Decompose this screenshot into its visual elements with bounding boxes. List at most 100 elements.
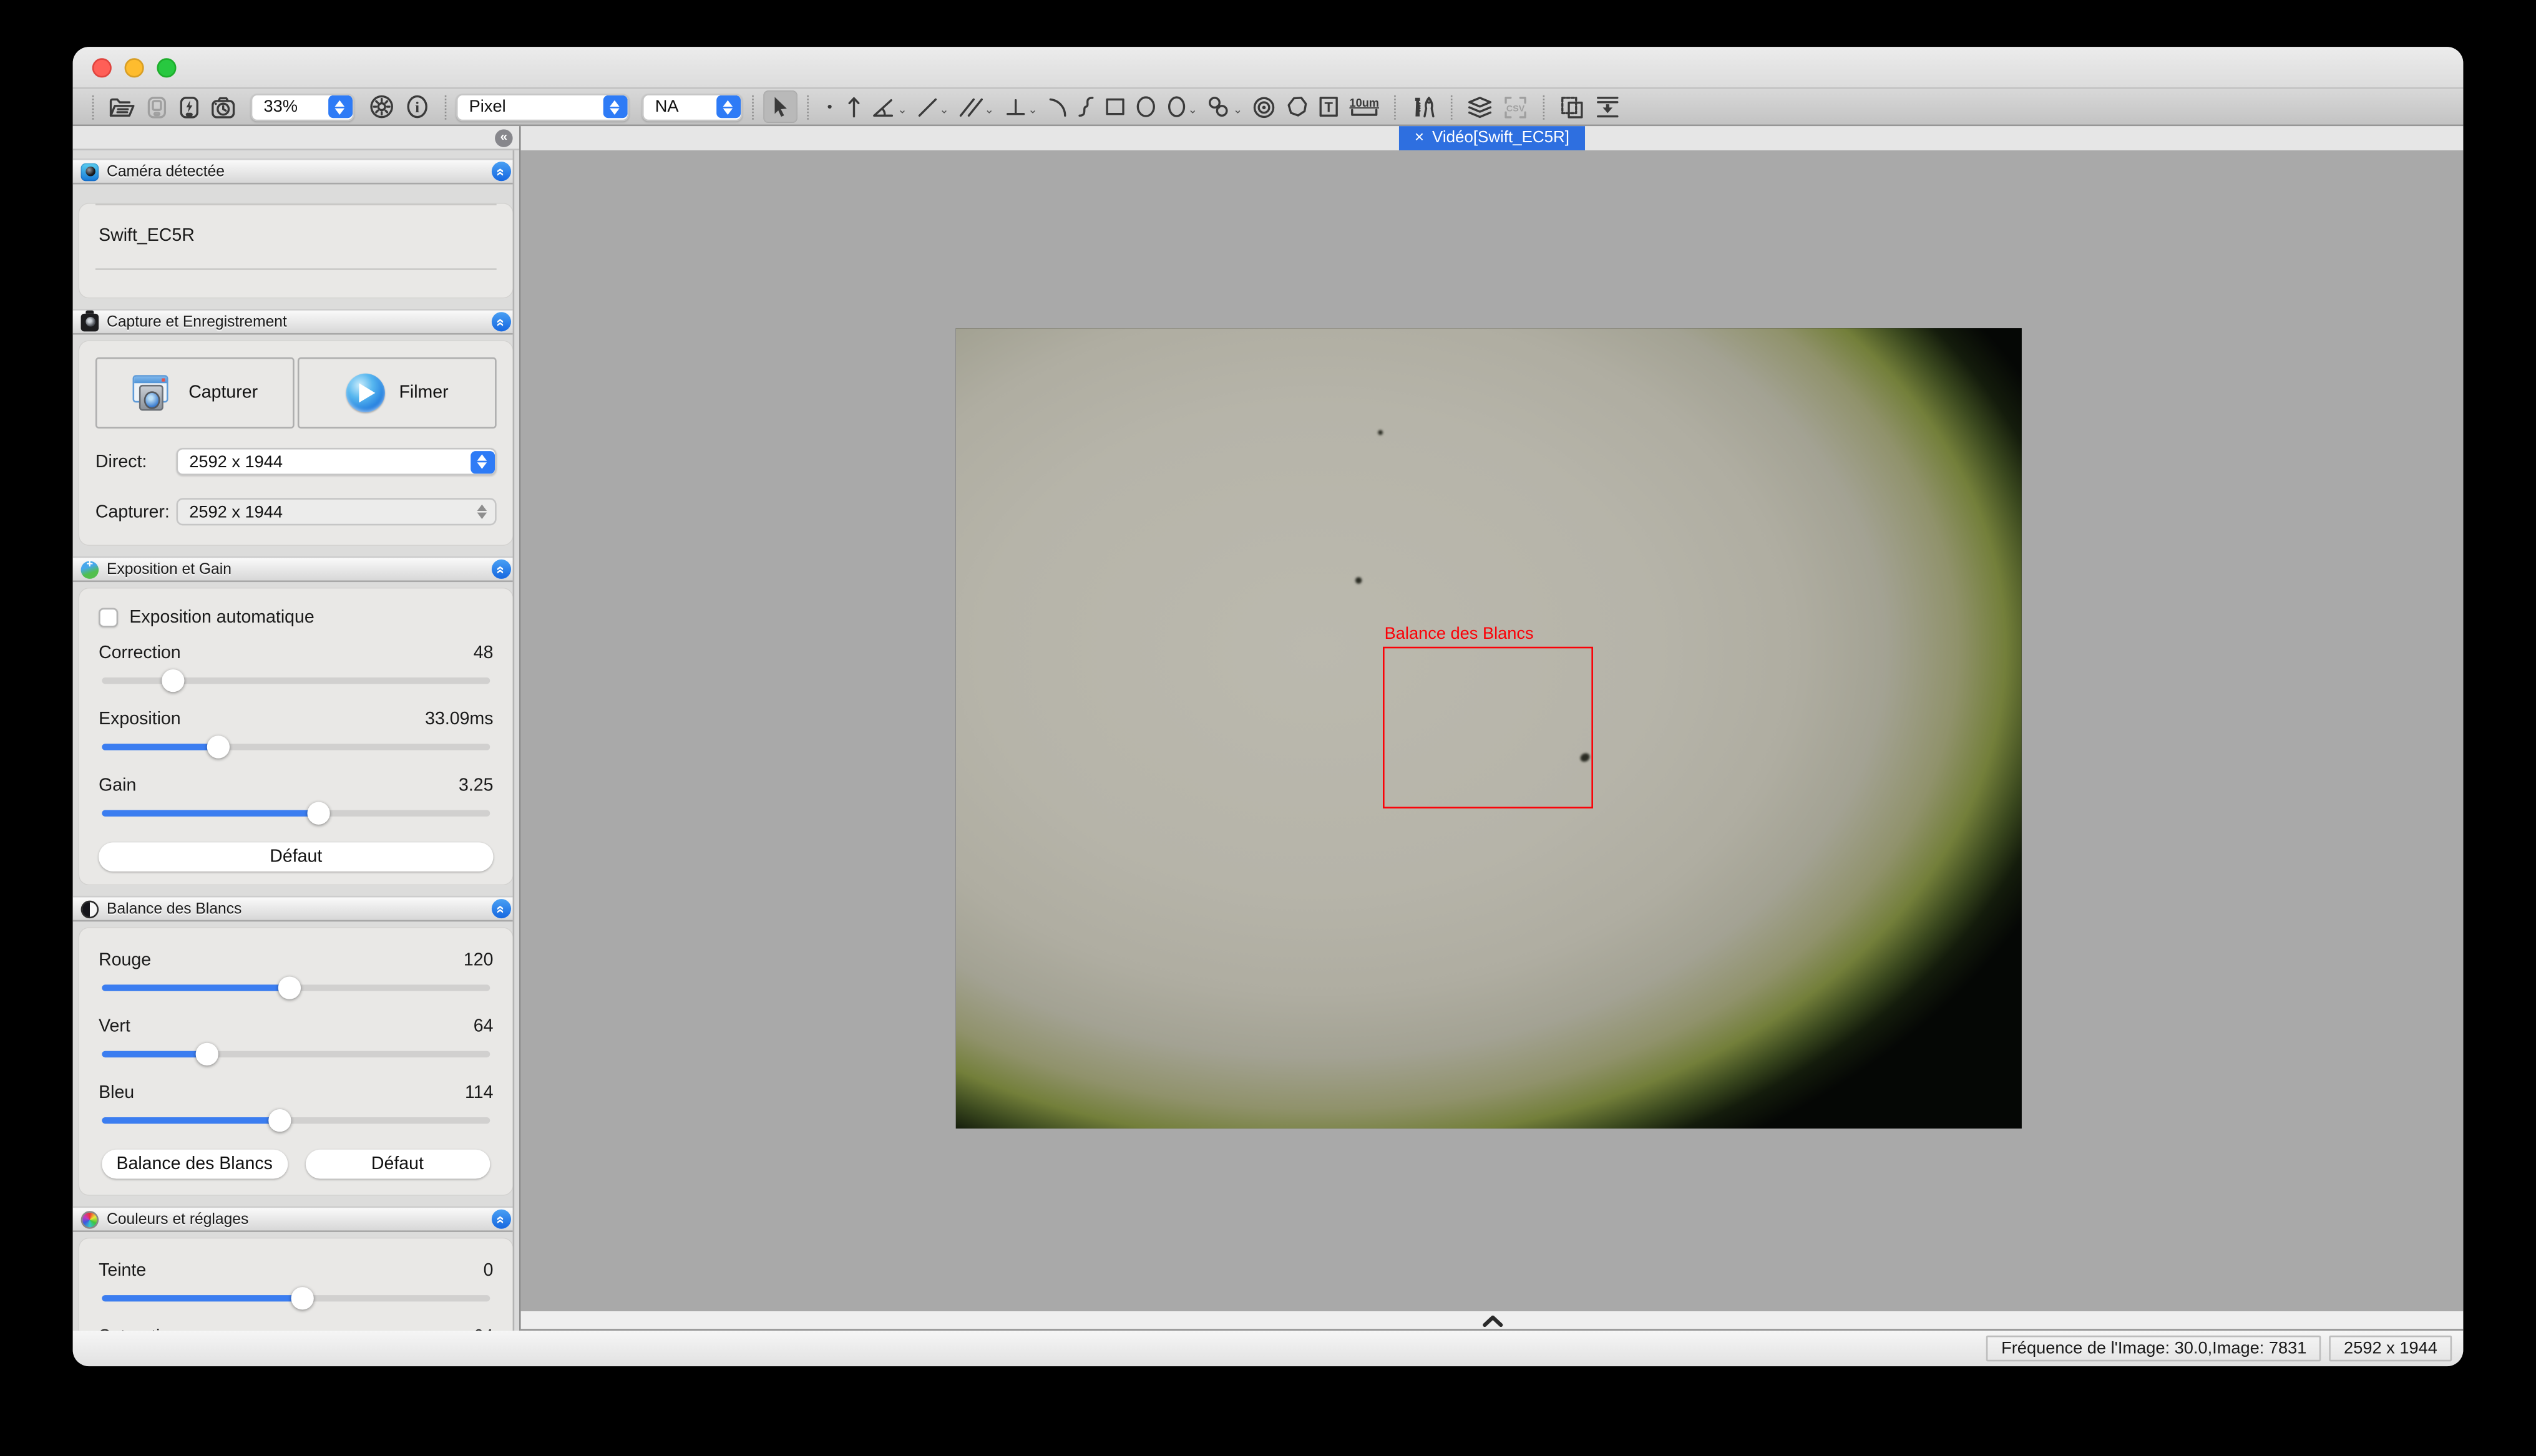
vert-slider-row: Vert 64 <box>99 1017 493 1057</box>
rectangle-tool-button[interactable] <box>1099 90 1129 123</box>
minimize-window-button[interactable] <box>125 57 144 77</box>
section-header-capture[interactable]: Capture et Enregistrement « <box>73 309 519 334</box>
na-select[interactable]: NA <box>642 93 743 120</box>
copy-button[interactable] <box>1554 90 1590 123</box>
exposition-slider-row: Exposition 33.09ms <box>99 710 493 750</box>
direct-resolution-select[interactable]: 2592 x 1944 <box>177 448 497 475</box>
rouge-slider-thumb[interactable] <box>279 976 301 999</box>
section-header-colors[interactable]: Couleurs et réglages « <box>73 1206 519 1232</box>
settings-gear-button[interactable] <box>364 90 399 123</box>
collapse-section-button[interactable]: « <box>492 312 511 331</box>
video-tab[interactable]: × Vidéo[Swift_EC5R] <box>1398 126 1586 150</box>
bleu-slider-track[interactable] <box>102 1117 490 1124</box>
toolbar-separator <box>752 95 754 119</box>
layers-button[interactable] <box>1463 90 1498 123</box>
unit-select[interactable]: Pixel <box>456 93 629 120</box>
collapse-section-button[interactable]: « <box>492 162 511 181</box>
dust-speck <box>1355 577 1362 583</box>
sidebar-scrollbar[interactable] <box>513 150 519 1331</box>
white-balance-icon <box>81 900 99 918</box>
arrow-tool-button[interactable] <box>841 90 867 123</box>
gain-slider-track[interactable] <box>102 810 490 817</box>
white-balance-roi[interactable] <box>1383 647 1593 808</box>
auto-exposure-checkbox[interactable] <box>99 608 118 628</box>
section-header-camera[interactable]: Caméra détectée « <box>73 158 519 184</box>
unit-stepper[interactable] <box>602 95 627 118</box>
unit-value: Pixel <box>457 95 602 119</box>
bleu-slider-thumb[interactable] <box>269 1109 291 1132</box>
zoom-level-select[interactable]: 33% <box>251 93 354 120</box>
exposition-slider-thumb[interactable] <box>207 735 230 758</box>
teinte-slider-thumb[interactable] <box>290 1287 313 1309</box>
close-tab-icon[interactable]: × <box>1415 129 1424 147</box>
white-balance-button[interactable]: Balance des Blancs <box>102 1150 287 1179</box>
exposure-default-button[interactable]: Défaut <box>99 842 493 871</box>
vert-slider-track[interactable] <box>102 1051 490 1057</box>
camera-timer-button[interactable] <box>205 90 241 123</box>
angle-tool-button[interactable]: ⌄ <box>867 90 912 123</box>
capture-card: Capturer Filmer Direct: 2592 x 1944 <box>79 341 513 545</box>
perpendicular-tool-button[interactable]: ⌄ <box>999 90 1043 123</box>
info-button[interactable]: i <box>399 90 435 123</box>
microscope-live-image[interactable]: Balance des Blancs <box>956 328 2022 1128</box>
csv-export-button[interactable]: CSV <box>1498 90 1534 123</box>
auto-exposure-label: Exposition automatique <box>129 608 314 628</box>
line-tool-button[interactable]: ⌄ <box>912 90 953 123</box>
camera-name[interactable]: Swift_EC5R <box>99 226 497 246</box>
export-button[interactable] <box>1590 90 1626 123</box>
exposition-slider-track[interactable] <box>102 744 490 750</box>
direct-label: Direct: <box>95 452 177 471</box>
polygon-tool-button[interactable] <box>1281 90 1314 123</box>
slider-value: 0 <box>484 1261 494 1281</box>
gain-slider-thumb[interactable] <box>308 802 330 825</box>
capture-button[interactable]: Capturer <box>95 357 295 429</box>
arc-tool-button[interactable] <box>1042 90 1071 123</box>
exposure-card: Exposition automatique Correction 48 <box>79 588 513 884</box>
rouge-slider-track[interactable] <box>102 984 490 991</box>
video-canvas[interactable]: Balance des Blancs <box>521 150 2464 1311</box>
capture-button-label: Capturer <box>188 383 258 402</box>
capture-resolution-select[interactable]: 2592 x 1944 <box>177 498 497 525</box>
correction-slider-track[interactable] <box>102 677 490 684</box>
zoom-stepper[interactable] <box>328 95 352 118</box>
zoom-window-button[interactable] <box>157 57 176 77</box>
capture-record-icon <box>81 313 99 331</box>
open-folder-button[interactable] <box>104 90 141 123</box>
curve-tool-button[interactable] <box>1071 90 1099 123</box>
ellipse-tool-button[interactable]: ⌄ <box>1161 90 1202 123</box>
collapse-section-button[interactable]: « <box>492 1210 511 1229</box>
collapse-section-button[interactable]: « <box>492 899 511 918</box>
slider-value: 114 <box>465 1084 493 1103</box>
app-window: 33% i Pixel NA <box>73 47 2464 1366</box>
scale-bar-tool-button[interactable]: 10um <box>1344 90 1385 123</box>
close-window-button[interactable] <box>92 57 112 77</box>
collapse-section-button[interactable]: « <box>492 560 511 579</box>
section-header-exposure[interactable]: Exposition et Gain « <box>73 556 519 582</box>
linked-circles-tool-button[interactable]: ⌄ <box>1202 90 1247 123</box>
parallel-lines-tool-button[interactable]: ⌄ <box>954 90 999 123</box>
concentric-circles-tool-button[interactable] <box>1247 90 1281 123</box>
white-balance-default-button[interactable]: Défaut <box>305 1150 490 1179</box>
color-wheel-icon <box>81 1210 99 1228</box>
colors-card: Teinte 0 Saturation 64 <box>79 1238 513 1331</box>
circle-tool-button[interactable] <box>1129 90 1160 123</box>
pointer-tool-button[interactable] <box>763 90 797 123</box>
vert-slider-thumb[interactable] <box>195 1043 218 1065</box>
na-stepper[interactable] <box>716 95 740 118</box>
frame-info-cell: Fréquence de l'Image: 30.0,Image: 7831 <box>1987 1336 2321 1361</box>
direct-resolution-stepper[interactable] <box>470 450 494 473</box>
caliper-tool-button[interactable] <box>1406 90 1441 123</box>
dust-speck <box>1378 430 1383 435</box>
point-tool-button[interactable] <box>818 90 841 123</box>
collapse-sidebar-button[interactable]: « <box>495 129 513 147</box>
section-header-white-balance[interactable]: Balance des Blancs « <box>73 896 519 921</box>
correction-slider-thumb[interactable] <box>162 669 185 692</box>
record-button[interactable]: Filmer <box>298 357 497 429</box>
save-button[interactable] <box>140 90 173 123</box>
device-flash-button[interactable] <box>173 90 205 123</box>
teinte-slider-row: Teinte 0 <box>99 1261 493 1302</box>
teinte-slider-track[interactable] <box>102 1295 490 1301</box>
text-tool-button[interactable]: T <box>1314 90 1344 123</box>
bottom-panel-toggle[interactable] <box>521 1311 2464 1331</box>
bleu-slider-row: Bleu 114 <box>99 1084 493 1124</box>
